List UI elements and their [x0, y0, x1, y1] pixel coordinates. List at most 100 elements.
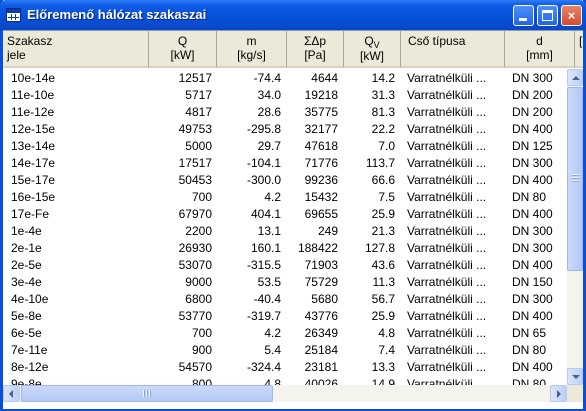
grip-icon: [572, 174, 579, 183]
cell-q: 54570: [178, 360, 212, 374]
table-row[interactable]: 2e-5e 53070 -315.5 71903 43.6 Varratnélküli .…: [3, 258, 567, 273]
cell-name: 15e-17e: [11, 173, 56, 187]
table-row[interactable]: 11e-10e 5717 34.0 19218 31.3 Varratnélküli ..…: [3, 88, 567, 103]
minimize-icon: [519, 18, 527, 21]
grip-icon: [143, 390, 152, 397]
table-row[interactable]: 2e-1e 26930 160.1 188422 127.8 Varratnélküli …: [3, 241, 567, 256]
cell-name: 2e-5e: [11, 258, 42, 272]
cell-m: 404.1: [250, 207, 281, 221]
cell-dp: 99236: [304, 173, 338, 187]
cell-qv: 31.3: [371, 88, 395, 102]
cell-q: 53070: [178, 258, 212, 272]
column-header-m[interactable]: m [kg/s]: [217, 31, 287, 68]
column-header-q[interactable]: Q [kW]: [149, 31, 217, 68]
cell-d: DN 80: [512, 343, 547, 357]
cell-q: 800: [191, 377, 212, 385]
cell-name: 8e-12e: [11, 360, 49, 374]
horizontal-scroll-thumb[interactable]: [21, 385, 273, 402]
cell-d: DN 300: [512, 224, 553, 238]
cell-d: DN 125: [512, 139, 553, 153]
arrow-left-icon: [9, 390, 13, 398]
cell-m: -324.4: [246, 360, 281, 374]
table-row[interactable]: 4e-10e 6800 -40.4 5680 56.7 Varratnélküli ...…: [3, 292, 567, 307]
scrollbar-corner: [567, 385, 583, 402]
column-header-dp[interactable]: ΣΔp [Pa]: [287, 31, 344, 68]
cell-name: 6e-5e: [11, 326, 42, 340]
cell-type: Varratnélküli ...: [407, 241, 487, 255]
cell-qv: 113.7: [365, 156, 395, 170]
cell-dp: 19218: [304, 88, 338, 102]
cell-q: 700: [191, 190, 212, 204]
column-header-type[interactable]: Cső típusa: [401, 31, 505, 68]
column-header-d[interactable]: d [mm]: [505, 31, 575, 68]
cell-name: 16e-15e: [11, 190, 56, 204]
cell-name: 13e-14e: [11, 139, 56, 153]
column-label: Cső típusa: [408, 34, 466, 48]
cell-qv: 7.4: [378, 343, 395, 357]
cell-dp: 25184: [304, 343, 338, 357]
cell-type: Varratnélküli ...: [407, 343, 487, 357]
vertical-scroll-thumb[interactable]: [567, 87, 583, 271]
cell-q: 2200: [185, 224, 212, 238]
cell-m: 13.1: [257, 224, 281, 238]
column-header-name[interactable]: Szakasz jele: [3, 31, 149, 68]
table-row[interactable]: 14e-17e 17517 -104.1 71776 113.7 Varratnélkül…: [3, 156, 567, 171]
cell-type: Varratnélküli ...: [407, 292, 487, 306]
cell-dp: 71903: [304, 258, 338, 272]
table-icon: [6, 8, 21, 22]
table-view[interactable]: Szakasz jele Q [kW] m [kg/s] ΣΔp [Pa] QV…: [3, 30, 583, 409]
window-title: Előremenő hálózat szakaszai: [27, 7, 207, 22]
table-row[interactable]: 11e-12e 4817 28.6 35775 81.3 Varratnélküli ..…: [3, 105, 567, 120]
scroll-down-button[interactable]: [567, 368, 583, 385]
cell-m: 53.5: [257, 275, 281, 289]
table-row[interactable]: 9e-8e 800 4.8 40026 14.9 Varratnélküli ... DN …: [3, 377, 567, 385]
cell-name: 17e-Fe: [11, 207, 50, 221]
table-row[interactable]: 17e-Fe 67970 404.1 69655 25.9 Varratnélküli .…: [3, 207, 567, 222]
horizontal-scrollbar[interactable]: [3, 385, 567, 402]
table-row[interactable]: 6e-5e 700 4.2 26349 4.8 Varratnélküli ... DN 6…: [3, 326, 567, 341]
scroll-left-button[interactable]: [3, 385, 20, 402]
cell-qv: 21.3: [371, 224, 395, 238]
cell-d: DN 300: [512, 292, 553, 306]
scroll-up-button[interactable]: [567, 69, 583, 86]
cell-qv: 22.2: [371, 122, 395, 136]
column-header-extra[interactable]: [: [575, 31, 583, 68]
maximize-button[interactable]: [537, 5, 558, 26]
cell-type: Varratnélküli ...: [407, 139, 487, 153]
table-row[interactable]: 8e-12e 54570 -324.4 23181 13.3 Varratnélküli …: [3, 360, 567, 375]
cell-m: 5.4: [264, 343, 281, 357]
cell-name: 7e-11e: [11, 343, 48, 357]
cell-name: 3e-4e: [11, 275, 42, 289]
column-header-qv[interactable]: QV [kW]: [344, 31, 401, 68]
cell-qv: 7.5: [378, 190, 395, 204]
cell-name: 1e-4e: [11, 224, 42, 238]
cell-type: Varratnélküli ...: [407, 275, 487, 289]
table-row[interactable]: 7e-11e 900 5.4 25184 7.4 Varratnélküli ... DN …: [3, 343, 567, 358]
column-label-subscript: V: [373, 40, 380, 50]
cell-name: 11e-12e: [11, 105, 55, 119]
cell-d: DN 400: [512, 207, 553, 221]
cell-type: Varratnélküli ...: [407, 105, 487, 119]
close-button[interactable]: ×: [561, 5, 582, 26]
table-row[interactable]: 5e-8e 53770 -319.7 43776 25.9 Varratnélküli .…: [3, 309, 567, 324]
cell-qv: 11.3: [372, 275, 395, 289]
table-row[interactable]: 1e-4e 2200 13.1 249 21.3 Varratnélküli ... DN …: [3, 224, 567, 239]
table-row[interactable]: 3e-4e 9000 53.5 75729 11.3 Varratnélküli ... D…: [3, 275, 567, 290]
cell-m: -315.5: [246, 258, 281, 272]
cell-dp: 40026: [304, 377, 338, 385]
cell-dp: 5680: [311, 292, 338, 306]
table-row[interactable]: 10e-14e 12517 -74.4 4644 14.2 Varratnélküli .…: [3, 71, 567, 86]
table-row[interactable]: 13e-14e 5000 29.7 47618 7.0 Varratnélküli ...…: [3, 139, 567, 154]
vertical-scrollbar[interactable]: [567, 69, 583, 385]
table-row[interactable]: 16e-15e 700 4.2 15432 7.5 Varratnélküli ... DN…: [3, 190, 567, 205]
cell-q: 4817: [185, 105, 212, 119]
minimize-button[interactable]: [513, 5, 534, 26]
cell-q: 900: [191, 343, 212, 357]
table-row[interactable]: 12e-15e 49753 -295.8 32177 22.2 Varratnélküli…: [3, 122, 567, 137]
title-bar[interactable]: Előremenő hálózat szakaszai ×: [0, 0, 586, 30]
table-row[interactable]: 15e-17e 50453 -300.0 99236 66.6 Varratnélküli…: [3, 173, 567, 188]
column-label-main: Q: [364, 34, 374, 48]
cell-q: 26930: [178, 241, 212, 255]
arrow-up-icon: [572, 76, 580, 80]
scroll-right-button[interactable]: [550, 385, 567, 402]
